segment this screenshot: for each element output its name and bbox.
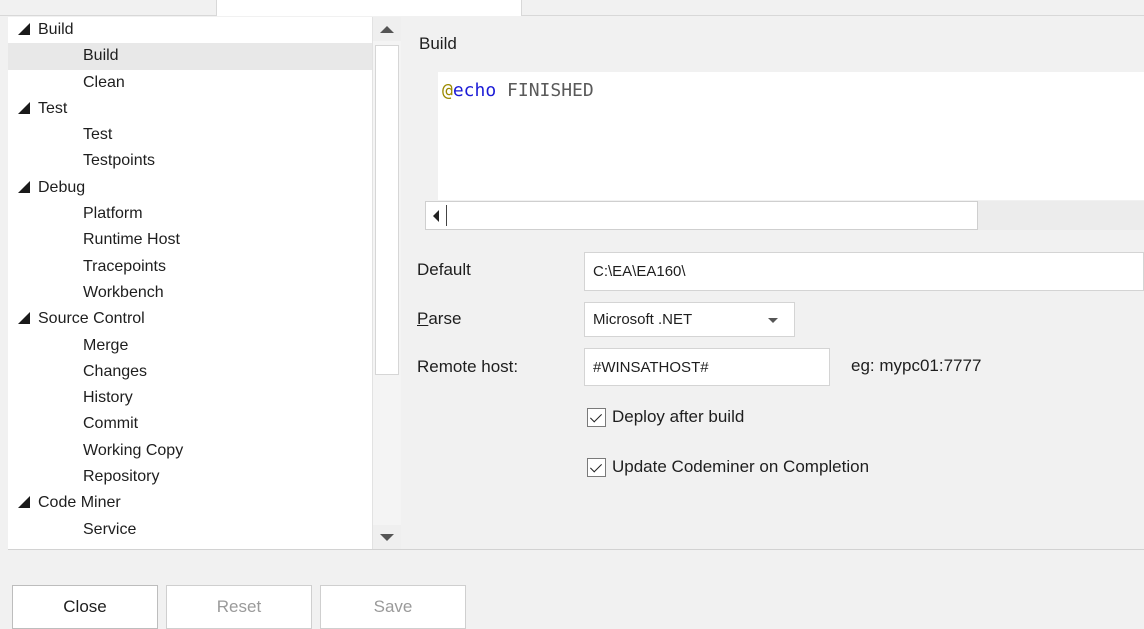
- tree-item-label: History: [83, 389, 133, 407]
- tree-item[interactable]: Merge: [8, 333, 372, 359]
- tree-item-label: Changes: [83, 362, 148, 380]
- update-checkbox-row[interactable]: Update Codeminer on Completion: [587, 457, 869, 477]
- scroll-thumb-edge: [446, 205, 447, 226]
- tree-item-label: Test: [38, 99, 68, 117]
- tree-item-label: Service: [83, 520, 137, 538]
- tree-item[interactable]: Workbench: [8, 280, 372, 306]
- expanded-triangle-icon[interactable]: [18, 23, 30, 35]
- scroll-left-icon: [433, 209, 439, 222]
- tree-item-label: Clean: [83, 73, 125, 91]
- default-label: Default: [417, 260, 471, 279]
- remote-host-label: Remote host:: [417, 357, 519, 376]
- tree-item-label: Test: [83, 126, 113, 144]
- scroll-down-button[interactable]: [373, 525, 401, 549]
- tree-item-label: Working Copy: [83, 441, 184, 459]
- tree-item[interactable]: Changes: [8, 359, 372, 385]
- update-codeminer-checkbox[interactable]: [587, 457, 606, 477]
- tree-group-item[interactable]: Debug: [8, 175, 372, 201]
- tree-item-label: Build: [83, 47, 119, 65]
- save-button[interactable]: Save: [320, 585, 466, 629]
- remote-host-field[interactable]: #WINSATHOST#: [584, 348, 830, 386]
- deploy-checkbox-row[interactable]: Deploy after build: [587, 407, 744, 427]
- scroll-up-icon: [380, 25, 394, 33]
- expanded-triangle-icon[interactable]: [18, 101, 30, 114]
- expanded-triangle-icon[interactable]: [18, 496, 30, 509]
- section-title: Build: [419, 34, 457, 53]
- top-tab[interactable]: [216, 0, 522, 16]
- script-editor[interactable]: @echo FINISHED: [438, 72, 1144, 200]
- tree-item[interactable]: History: [8, 385, 372, 411]
- dropdown-caret-icon: [768, 318, 778, 323]
- check-icon: [589, 459, 603, 473]
- top-tab-strip: [0, 0, 1144, 16]
- default-path-field[interactable]: C:\EA\EA160\: [584, 252, 1144, 291]
- tree-item-label: Commit: [83, 415, 139, 433]
- tree-item-label: Merge: [83, 336, 129, 354]
- scrollbar-track: [978, 201, 1144, 230]
- tree-item[interactable]: Service: [8, 517, 372, 543]
- scroll-down-icon: [380, 533, 394, 541]
- scroll-thumb[interactable]: [375, 45, 399, 375]
- tree-item-label: Platform: [83, 205, 143, 223]
- deploy-checkbox[interactable]: [587, 407, 606, 427]
- tree-item-label: Tracepoints: [83, 257, 166, 275]
- tree-group-item[interactable]: Test: [8, 96, 372, 122]
- tree-item[interactable]: Working Copy: [8, 438, 372, 464]
- tree-panel: Build Build Clean Test Test Testpoints Debug Pl…: [8, 17, 401, 549]
- tree-group-item[interactable]: Build: [8, 17, 372, 43]
- check-icon: [589, 409, 603, 423]
- code-at-symbol: @: [442, 80, 453, 101]
- scroll-left-button[interactable]: [426, 202, 446, 229]
- tree-group-item[interactable]: Source Control: [8, 306, 372, 332]
- parse-combo-value: Microsoft .NET: [593, 311, 693, 328]
- parse-label: Parse: [417, 309, 462, 328]
- tree-item-label: Testpoints: [83, 152, 156, 170]
- horizontal-scrollbar[interactable]: [425, 201, 978, 230]
- tree-item[interactable]: Clean: [8, 70, 372, 96]
- parse-combo[interactable]: Microsoft .NET: [584, 302, 795, 337]
- deploy-checkbox-label: Deploy after build: [612, 407, 745, 426]
- code-keyword: echo: [452, 80, 497, 101]
- code-argument: FINISHED: [496, 80, 594, 101]
- expanded-triangle-icon[interactable]: [18, 312, 30, 325]
- tree-item-label: Source Control: [38, 310, 145, 328]
- reset-button[interactable]: Reset: [166, 585, 312, 629]
- remote-host-hint: eg: mypc01:7777: [851, 356, 982, 375]
- scroll-up-button[interactable]: [373, 17, 401, 41]
- tree-item-label: Code Miner: [38, 494, 121, 512]
- tree-item[interactable]: Testpoints: [8, 148, 372, 174]
- tree-item[interactable]: Commit: [8, 411, 372, 437]
- tree-item[interactable]: Repository: [8, 464, 372, 490]
- tree-item-label: Debug: [38, 178, 86, 196]
- tree-item-label: Repository: [83, 468, 160, 486]
- close-button[interactable]: Close: [12, 585, 158, 629]
- footer-divider: [8, 549, 1144, 550]
- tree-item[interactable]: Platform: [8, 201, 372, 227]
- tree-item[interactable]: Runtime Host: [8, 227, 372, 253]
- tree-item[interactable]: Tracepoints: [8, 254, 372, 280]
- tree-item-label: Runtime Host: [83, 231, 180, 249]
- expanded-triangle-icon[interactable]: [18, 180, 30, 193]
- vertical-scrollbar[interactable]: [372, 17, 401, 549]
- tree-group-item[interactable]: Code Miner: [8, 490, 372, 516]
- update-codeminer-label: Update Codeminer on Completion: [612, 457, 870, 476]
- tree-item[interactable]: Build: [8, 43, 372, 70]
- tree-list: Build Build Clean Test Test Testpoints Debug Pl…: [8, 17, 372, 549]
- tree-item-label: Build: [38, 21, 74, 38]
- tree-item[interactable]: Test: [8, 122, 372, 148]
- tree-item-label: Workbench: [83, 283, 164, 301]
